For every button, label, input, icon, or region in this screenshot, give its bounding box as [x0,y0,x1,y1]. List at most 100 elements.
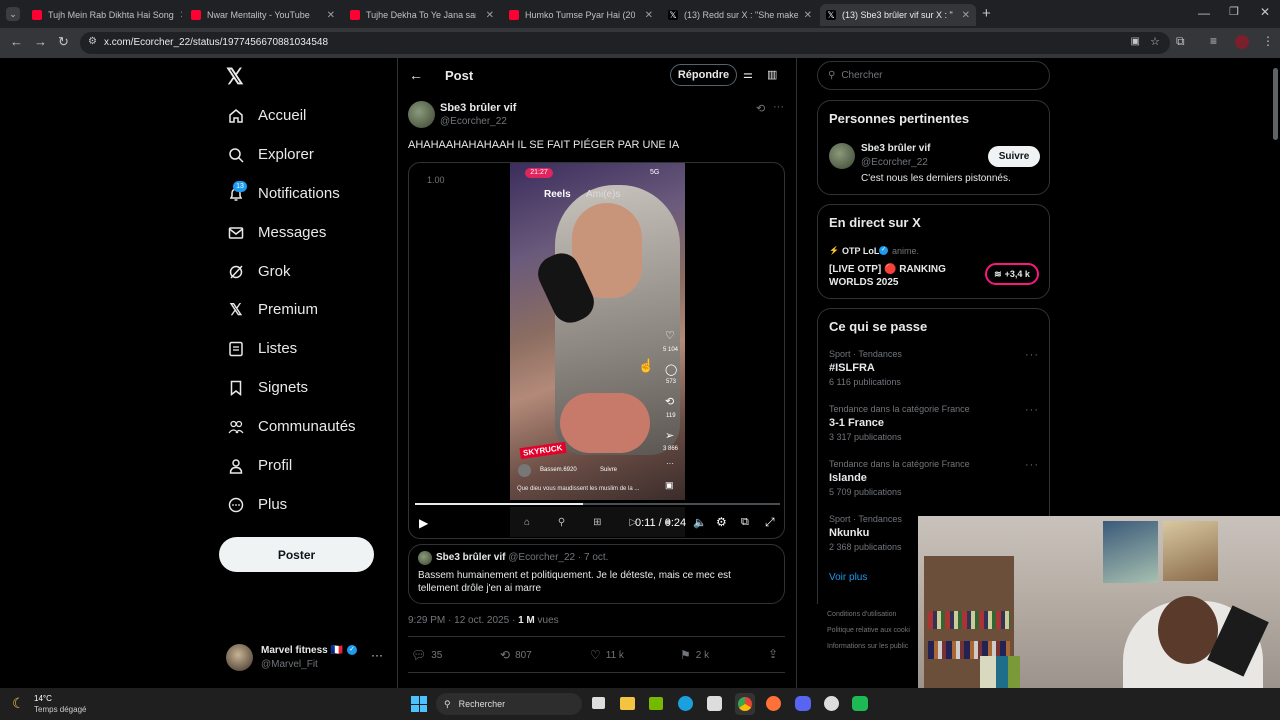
like-stat[interactable]: ♡ 11 k [590,648,624,662]
footer-link[interactable]: Conditions d'utilisation [827,607,910,623]
firefox-icon[interactable] [766,696,781,711]
nav-item-communautes[interactable]: Communautés [228,418,356,435]
nav-item-plus[interactable]: Plus [228,496,287,513]
volume-icon[interactable]: 🔈 [693,516,707,529]
nvidia-icon[interactable] [649,697,663,710]
video-player[interactable]: 1.00 21:27 5G Reels Ami(e)s ♡ 5 104 ◯ 57… [408,162,785,539]
nav-item-signets[interactable]: Signets [228,379,308,396]
nav-item-listes[interactable]: Listes [228,340,297,357]
nav-item-notifications[interactable]: 13 Notifications [228,180,340,202]
trend-item[interactable]: Sport · Tendances #ISLFRA 6 116 publicat… [829,349,1039,393]
relevant-handle[interactable]: @Ecorcher_22 [861,157,928,168]
weather-text[interactable]: Temps dégagé [34,705,86,714]
repost-stat[interactable]: ⟲ 807 [500,648,532,662]
app-icon[interactable] [852,696,868,711]
video-progress-track[interactable] [415,503,780,505]
minimize-button[interactable]: — [1198,6,1210,20]
reply-stat[interactable]: 💬︎ 35 [411,648,442,662]
store-icon[interactable] [707,696,722,711]
post-button[interactable]: Poster [219,537,374,572]
trend-more-icon[interactable]: ··· [1025,459,1039,471]
settings-icon[interactable]: ⚙ [716,515,727,529]
live-stream-title[interactable]: [LIVE OTP] 🔴 RANKING WORLDS 2025 [829,263,964,289]
quoted-post[interactable]: Sbe3 brûler vif @Ecorcher_22 · 7 oct. Ba… [408,544,785,604]
follow-button[interactable]: Suivre [988,146,1040,167]
browser-tab[interactable]: 𝕏 (13) Redd sur X : "She makes m ✕ [662,4,818,26]
bookmark-star-icon[interactable]: ☆ [1150,35,1160,48]
edge-icon[interactable] [678,696,693,711]
trend-item[interactable]: Tendance dans la catégorie France Island… [829,459,1039,503]
close-icon[interactable]: ✕ [486,10,494,21]
taskbar-search[interactable]: ⚲ Rechercher [436,693,582,715]
nav-item-accueil[interactable]: Accueil [228,107,306,124]
live-host[interactable]: OTP LoL [842,246,879,256]
see-more-link[interactable]: Voir plus [829,572,867,583]
reload-button[interactable]: ↻ [58,34,69,50]
browser-tab[interactable]: Nwar Mentality - YouTube ✕ [185,4,341,26]
maximize-button[interactable]: ❐ [1229,5,1239,18]
install-app-icon[interactable]: ▣ [1131,36,1140,47]
play-button[interactable]: ▶ [419,516,428,530]
browser-tab[interactable]: Humko Tumse Pyar Hai (2006) ✕ [503,4,659,26]
extensions-icon[interactable]: ⧉ [1176,34,1185,49]
author-avatar[interactable] [408,101,435,128]
author-name[interactable]: Sbe3 brûler vif [440,102,516,114]
back-button[interactable]: ← [10,34,23,49]
discord-icon[interactable] [795,696,811,711]
pip-icon[interactable]: ⧉ [741,516,749,529]
footer-link[interactable]: Informations sur les public [827,639,910,655]
trend-more-icon[interactable]: ··· [1025,349,1039,361]
close-icon[interactable]: ✕ [327,10,335,21]
url-field[interactable]: ⚙ x.com/Ecorcher_22/status/1977456670881… [80,32,1170,54]
relevant-people-card: Personnes pertinentes Sbe3 brûler vif @E… [817,100,1050,195]
footer-link[interactable]: Politique relative aux cooki [827,623,910,639]
task-view-icon[interactable] [592,697,605,709]
chrome-menu-icon[interactable]: ⋮ [1262,34,1274,48]
filter-icon[interactable]: ⚌ [743,68,753,81]
close-icon[interactable]: ✕ [645,10,653,21]
back-arrow-icon[interactable]: ← [409,67,423,83]
weather-temp[interactable]: 14°C [34,694,52,703]
post-timestamp[interactable]: 9:29 PM · 12 oct. 2025 · [408,615,515,626]
reading-list-icon[interactable]: ≡ [1210,34,1217,48]
bookmark-stat[interactable]: ⚑ 2 k [680,648,709,662]
scrollbar-thumb[interactable] [1273,68,1278,140]
account-switcher[interactable]: Marvel fitness 🇫🇷 ✓ @Marvel_Fit ··· [226,643,386,673]
site-info-icon[interactable]: ⚙ [88,36,97,47]
nav-item-profil[interactable]: Profil [228,457,292,474]
tab-search-button[interactable]: ⌄ [6,7,20,21]
relevant-name[interactable]: Sbe3 brûler vif [861,143,930,154]
trend-item[interactable]: Tendance dans la catégorie France 3-1 Fr… [829,404,1039,448]
author-handle[interactable]: @Ecorcher_22 [440,116,507,127]
grok-explain-icon[interactable]: ⟲ [756,102,765,115]
reply-button[interactable]: Répondre [670,64,737,86]
nav-item-explorer[interactable]: Explorer [228,146,314,163]
share-icon[interactable]: ⇪ [768,647,778,661]
x-logo-icon[interactable]: 𝕏 [226,64,244,90]
close-icon[interactable]: ✕ [180,10,182,21]
chrome-icon[interactable] [735,693,755,715]
forward-button[interactable]: → [34,34,47,49]
profile-avatar[interactable] [1235,35,1249,49]
browser-tab[interactable]: Tujh Mein Rab Dikhta Hai Song ✕ [26,4,182,26]
relevant-avatar[interactable] [829,143,855,169]
browser-tab[interactable]: Tujhe Dekha To Ye Jana sanam ✕ [344,4,500,26]
new-tab-button[interactable]: + [982,5,991,22]
live-listeners-pill[interactable]: ≋ +3,4 k [985,263,1039,285]
nav-item-messages[interactable]: Messages [228,224,326,241]
fullscreen-icon[interactable]: ⤢ [765,515,775,530]
trend-more-icon[interactable]: ··· [1025,404,1039,416]
close-icon[interactable]: ✕ [804,10,812,21]
browser-tab-active[interactable]: 𝕏 (13) Sbe3 brûler vif sur X : " ✕ [820,4,976,26]
xbox-icon[interactable] [824,696,839,711]
search-input[interactable]: ⚲ Chercher [817,61,1050,90]
nav-item-grok[interactable]: Grok [228,263,291,280]
post-more-icon[interactable]: ··· [773,101,784,113]
close-icon[interactable]: ✕ [962,10,970,21]
account-more-icon[interactable]: ··· [371,648,383,662]
file-explorer-icon[interactable] [620,697,635,710]
nav-item-premium[interactable]: 𝕏 Premium [228,301,318,319]
windows-start-icon[interactable] [411,696,427,712]
close-window-button[interactable]: ✕ [1260,5,1270,19]
reader-view-icon[interactable]: ▥ [767,68,777,81]
